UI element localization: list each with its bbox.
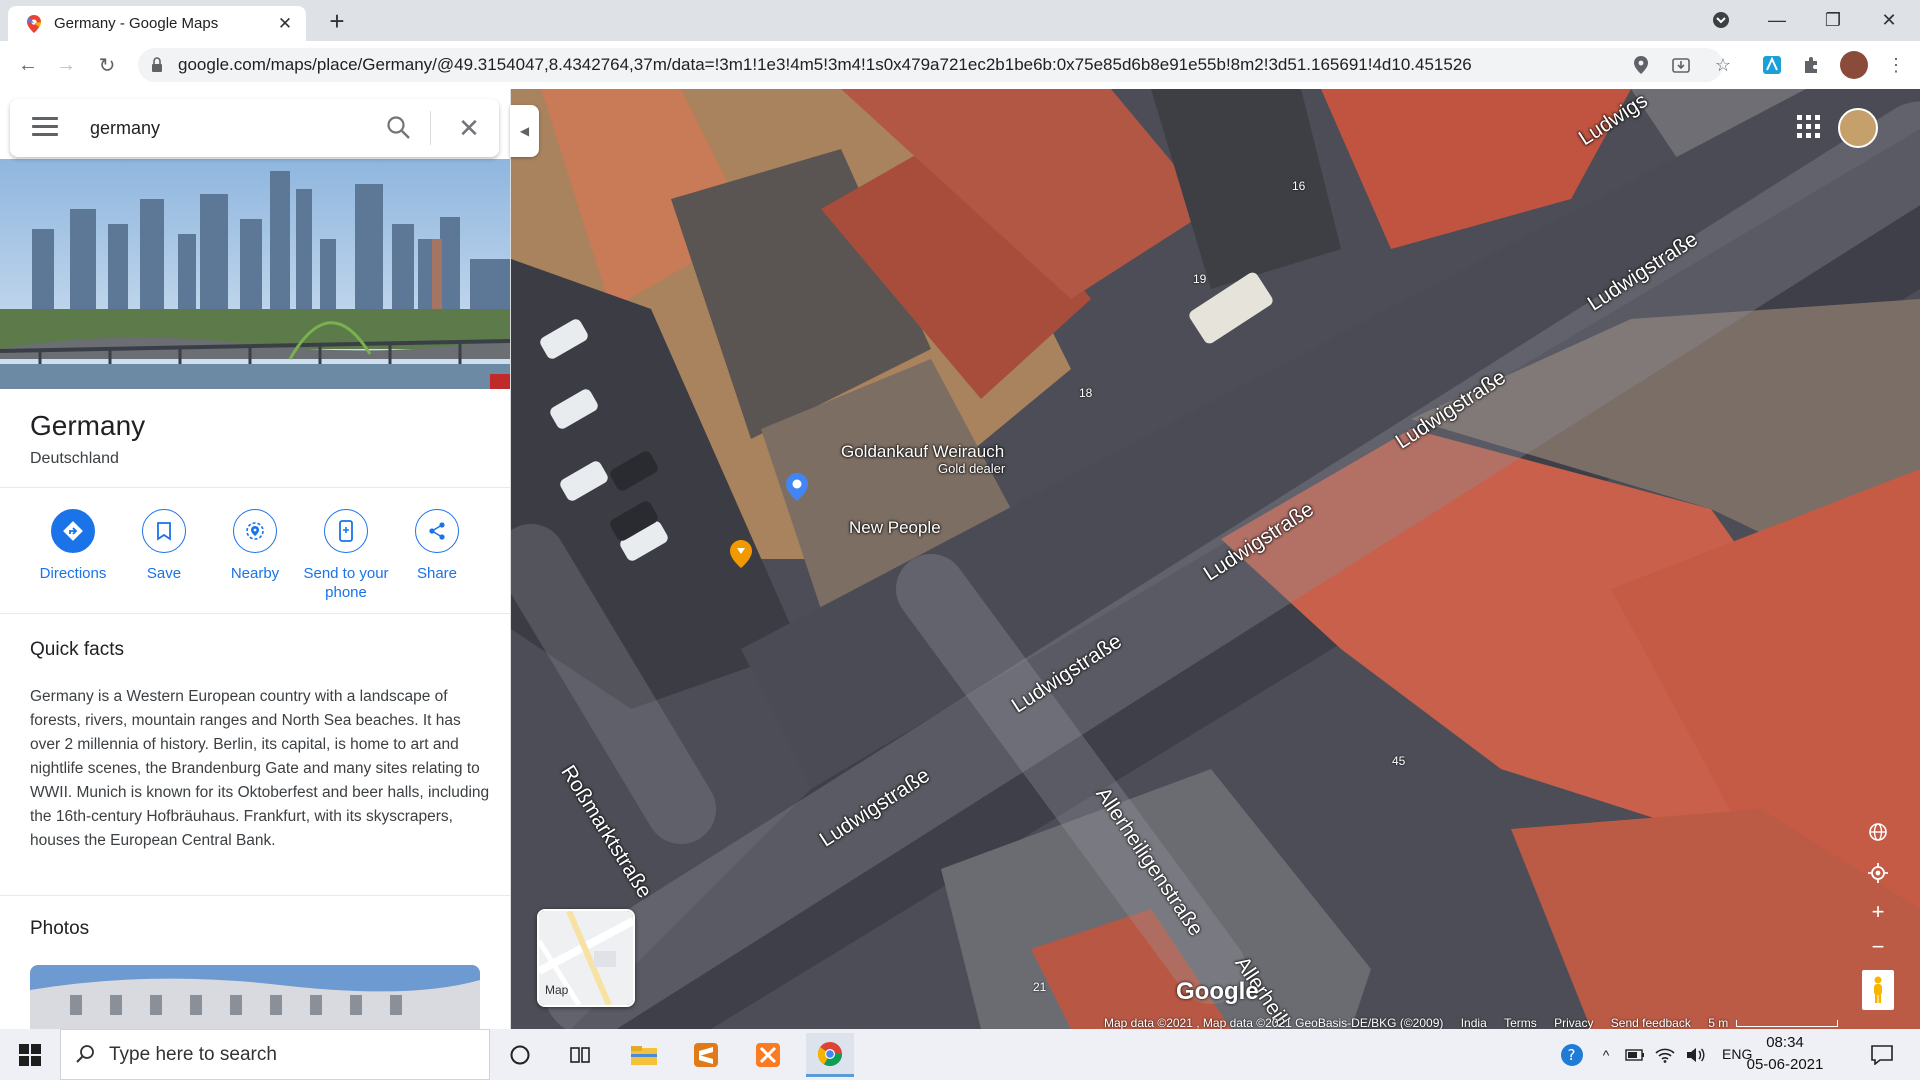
directions-icon	[51, 509, 95, 553]
zoom-out-icon[interactable]: −	[1862, 931, 1894, 963]
nearby-button[interactable]: Nearby	[209, 509, 301, 583]
share-label: Share	[416, 565, 458, 582]
poi-label[interactable]: New People	[849, 518, 941, 538]
tab-title: Germany - Google Maps	[54, 15, 219, 32]
place-subtitle: Deutschland	[30, 450, 119, 467]
sublime-text-icon[interactable]	[682, 1033, 730, 1077]
reload-icon[interactable]: ↻	[91, 49, 123, 81]
tab-search-icon[interactable]	[1698, 4, 1744, 36]
layer-toggle[interactable]: Map	[537, 909, 635, 1007]
clock-time[interactable]: 08:34	[1745, 1034, 1825, 1051]
profile-avatar[interactable]	[1840, 51, 1868, 79]
file-explorer-icon[interactable]	[620, 1033, 668, 1077]
bookmark-star-icon[interactable]: ☆	[1711, 53, 1735, 77]
battery-icon[interactable]	[1622, 1033, 1648, 1077]
zoom-in-icon[interactable]: +	[1862, 896, 1894, 928]
cortana-icon[interactable]	[496, 1033, 544, 1077]
search-icon[interactable]	[386, 115, 412, 141]
restore-icon[interactable]: ❐	[1810, 4, 1856, 36]
share-icon	[415, 509, 459, 553]
share-button[interactable]: Share	[391, 509, 483, 583]
new-tab-button[interactable]: +	[322, 6, 352, 36]
layer-toggle-label: Map	[545, 983, 569, 997]
taskbar-search-input[interactable]: Type here to search	[109, 1044, 277, 1066]
place-panel: germany ✕ Germany Deutschland Directions…	[0, 89, 511, 1029]
nearby-label: Nearby	[230, 565, 280, 582]
clock-date[interactable]: 05-06-2021	[1745, 1056, 1825, 1073]
back-icon[interactable]: ←	[12, 49, 44, 81]
url-text: google.com/maps/place/Germany/@49.315404…	[178, 55, 1472, 74]
house-number: 16	[1292, 179, 1306, 193]
divider	[430, 111, 431, 145]
divider	[0, 895, 510, 896]
directions-label: Directions	[39, 565, 107, 582]
phone-icon	[324, 509, 368, 553]
save-button[interactable]: Save	[118, 509, 210, 583]
search-icon	[76, 1045, 94, 1063]
install-icon[interactable]	[1669, 53, 1693, 77]
minimize-icon[interactable]: —	[1754, 4, 1800, 36]
my-location-icon[interactable]	[1862, 857, 1894, 889]
close-window-icon[interactable]: ✕	[1866, 4, 1912, 36]
location-icon[interactable]	[1629, 53, 1653, 77]
extension-1-icon[interactable]	[1760, 53, 1784, 77]
divider	[0, 613, 510, 614]
windows-start-icon[interactable]	[0, 1029, 60, 1080]
svg-text:?: ?	[1568, 1046, 1576, 1064]
browser-tab[interactable]: Germany - Google Maps ✕	[8, 6, 306, 41]
hamburger-menu-icon[interactable]	[32, 117, 58, 139]
quick-facts-text: Germany is a Western European country wi…	[30, 688, 490, 849]
quick-facts-heading: Quick facts	[30, 639, 124, 660]
house-number: 21	[1033, 980, 1047, 994]
place-photo[interactable]	[30, 965, 480, 1029]
extensions-puzzle-icon[interactable]	[1800, 53, 1824, 77]
house-number: 18	[1079, 386, 1093, 400]
place-title: Germany	[30, 410, 146, 441]
scale-bar	[1735, 1020, 1838, 1027]
send-to-phone-button[interactable]: Send to your phone	[300, 509, 392, 602]
directions-button[interactable]: Directions	[27, 509, 119, 583]
browser-menu-icon[interactable]: ⋮	[1884, 53, 1908, 77]
task-view-icon[interactable]	[556, 1033, 604, 1077]
divider	[0, 487, 510, 488]
poi-label[interactable]: Goldankauf Weirauch	[841, 442, 1004, 462]
save-label: Save	[146, 565, 182, 582]
house-number: 45	[1392, 754, 1406, 768]
region-link[interactable]: India	[1461, 1016, 1487, 1030]
wifi-icon[interactable]	[1652, 1033, 1678, 1077]
privacy-link[interactable]: Privacy	[1554, 1016, 1593, 1030]
help-icon[interactable]: ?	[1556, 1033, 1588, 1077]
hero-photo[interactable]	[0, 159, 510, 389]
google-logo: Google	[1176, 978, 1259, 1005]
account-avatar[interactable]	[1838, 108, 1878, 148]
bookmark-icon	[142, 509, 186, 553]
house-number: 19	[1193, 272, 1207, 286]
poi-category: Gold dealer	[938, 461, 1006, 476]
globe-icon[interactable]	[1862, 816, 1894, 848]
xampp-icon[interactable]	[744, 1033, 792, 1077]
map-data-credit: Map data ©2021 , Map data ©2021 GeoBasis…	[1104, 1016, 1444, 1030]
maps-favicon-icon	[26, 14, 42, 33]
search-box: germany ✕	[10, 99, 499, 157]
clear-search-icon[interactable]: ✕	[454, 111, 484, 145]
send-to-phone-label: Send to your phone	[303, 565, 389, 601]
lock-icon[interactable]	[151, 57, 163, 73]
volume-icon[interactable]	[1682, 1033, 1708, 1077]
chevron-up-icon[interactable]: ^	[1594, 1033, 1618, 1077]
terms-link[interactable]: Terms	[1504, 1016, 1537, 1030]
forward-icon[interactable]: →	[50, 49, 82, 81]
nearby-icon	[233, 509, 277, 553]
scale-label[interactable]: 5 m	[1708, 1016, 1728, 1030]
map-attribution: Map data ©2021 , Map data ©2021 GeoBasis…	[1104, 1016, 1838, 1030]
apps-grid-icon[interactable]	[1797, 115, 1821, 139]
close-tab-icon[interactable]: ✕	[274, 13, 296, 35]
collapse-panel-button[interactable]: ◀	[510, 105, 539, 157]
search-input[interactable]: germany	[90, 118, 160, 139]
notification-icon[interactable]	[1858, 1033, 1906, 1077]
send-feedback-link[interactable]: Send feedback	[1611, 1016, 1691, 1030]
pegman-icon[interactable]	[1862, 970, 1894, 1010]
chrome-icon[interactable]	[806, 1033, 854, 1077]
photos-heading: Photos	[30, 918, 90, 939]
